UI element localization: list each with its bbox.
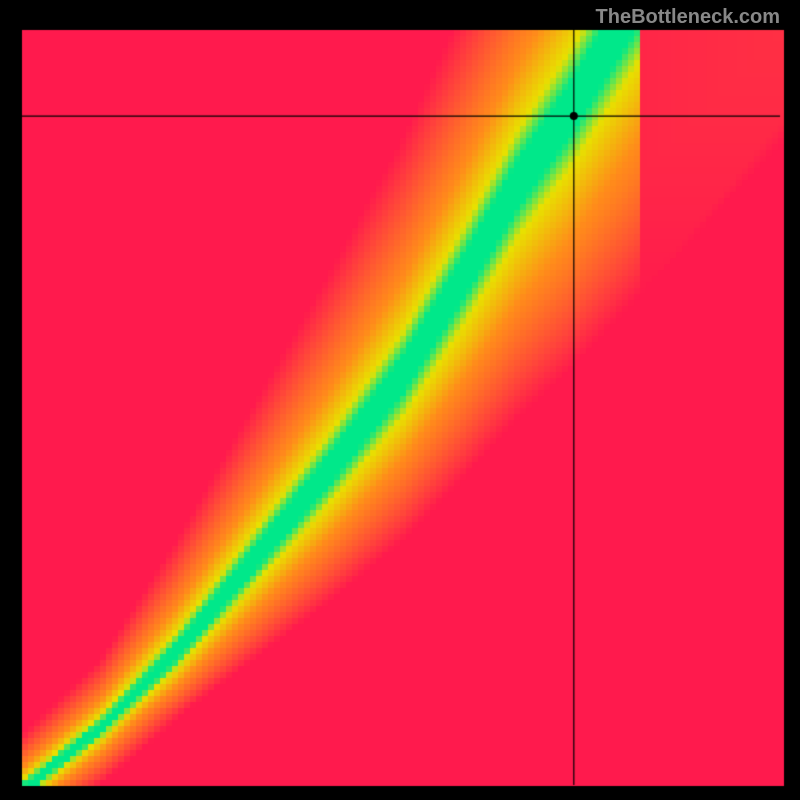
chart-container: TheBottleneck.com [0, 0, 800, 800]
watermark-text: TheBottleneck.com [596, 6, 780, 29]
bottleneck-heatmap [0, 0, 800, 800]
